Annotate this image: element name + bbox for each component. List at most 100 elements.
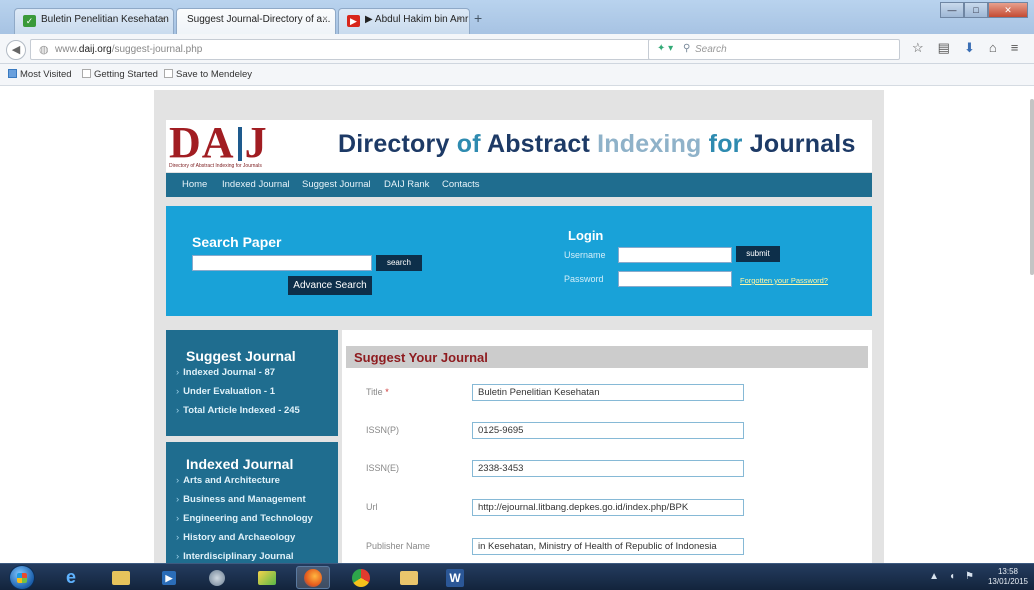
search-button[interactable]: search	[376, 255, 422, 271]
media-player-icon[interactable]: ▶	[152, 566, 186, 589]
bookmark-getting-started[interactable]: Getting Started	[82, 69, 158, 80]
system-tray: ▲ ◖ ⚑	[929, 571, 974, 582]
flag-icon[interactable]: ⚑	[965, 571, 974, 582]
submit-button[interactable]: submit	[736, 246, 780, 262]
url-text: www.daij.org/suggest-journal.php	[55, 44, 203, 55]
sidebar-item-total-articles[interactable]: Total Article Indexed - 245	[176, 405, 300, 416]
sidebar-suggest-journal: Suggest Journal Indexed Journal - 87 Und…	[166, 330, 338, 436]
tab-title: ▶ Abdul Hakim bin Amr ...	[365, 14, 470, 25]
password-field[interactable]	[618, 271, 732, 287]
search-paper-input[interactable]	[192, 255, 372, 271]
search-paper-title: Search Paper	[192, 234, 282, 250]
sidebar-item-engineering[interactable]: Engineering and Technology	[176, 513, 313, 524]
volume-icon[interactable]: ◖	[949, 571, 955, 582]
scrollbar[interactable]	[1030, 99, 1034, 275]
bookmarks-folder-icon	[8, 69, 17, 78]
start-button[interactable]	[9, 565, 35, 590]
windows-taskbar: e ▶ W ▲ ◖ ⚑ 13:58 13/01/2015	[0, 563, 1034, 590]
tab-buletin[interactable]: ✓ Buletin Penelitian Kesehatan ×	[14, 8, 174, 34]
username-label: Username	[564, 250, 606, 260]
close-tab-icon[interactable]: ×	[160, 14, 166, 25]
new-tab-button[interactable]: +	[474, 10, 482, 26]
issn-electronic-field[interactable]: 2338-3453	[472, 460, 744, 477]
sidebar-item-indexed[interactable]: Indexed Journal - 87	[176, 367, 275, 378]
sidebar-item-history[interactable]: History and Archaeology	[176, 532, 295, 543]
sidebar-title: Suggest Journal	[186, 348, 296, 364]
navigation-toolbar: ◀ ◍ www.daij.org/suggest-journal.php ▿ C…	[0, 34, 1034, 64]
sidebar-item-arts[interactable]: Arts and Architecture	[176, 475, 280, 486]
close-tab-icon[interactable]: ×	[322, 14, 328, 25]
url-field[interactable]: http://ejournal.litbang.depkes.go.id/ind…	[472, 499, 744, 516]
page-icon	[82, 69, 91, 78]
issn-print-label: ISSN(P)	[366, 425, 400, 435]
form-heading: Suggest Your Journal	[346, 346, 868, 368]
download-icon[interactable]: ⬇	[964, 40, 975, 56]
forgot-password-link[interactable]: Forgotten your Password?	[740, 276, 828, 285]
publisher-name-field[interactable]: in Kesehatan, Ministry of Health of Repu…	[472, 538, 744, 555]
issn-electronic-label: ISSN(E)	[366, 463, 400, 473]
network-icon[interactable]	[200, 566, 234, 589]
menu-icon[interactable]: ≡	[1011, 40, 1019, 56]
main-menu: Home Indexed Journal Suggest Journal DAI…	[166, 173, 872, 197]
menu-home[interactable]: Home	[182, 179, 207, 190]
address-bar[interactable]: ◍ www.daij.org/suggest-journal.php ▿ C	[30, 39, 694, 60]
advance-search-button[interactable]: Advance Search	[288, 276, 372, 295]
close-tab-icon[interactable]: ×	[456, 14, 462, 25]
url-label: Url	[366, 502, 378, 512]
taskbar-clock[interactable]: 13:58 13/01/2015	[988, 567, 1028, 587]
login-title: Login	[568, 228, 604, 243]
globe-icon: ◍	[39, 44, 49, 56]
menu-indexed-journal[interactable]: Indexed Journal	[222, 179, 290, 190]
sidebar-item-under-evaluation[interactable]: Under Evaluation - 1	[176, 386, 275, 397]
tab-title: Suggest Journal-Directory of a...	[187, 14, 331, 25]
tab-youtube[interactable]: ▶ ▶ Abdul Hakim bin Amr ... ×	[338, 8, 470, 34]
menu-suggest-journal[interactable]: Suggest Journal	[302, 179, 371, 190]
page-icon	[164, 69, 173, 78]
password-label: Password	[564, 274, 604, 284]
sidebar-item-business[interactable]: Business and Management	[176, 494, 305, 505]
bookmarks-toolbar: Most Visited Getting Started Save to Men…	[0, 64, 1034, 86]
search-box[interactable]: ✦ ▾ ⚲ Search	[648, 39, 900, 60]
sidebar-title: Indexed Journal	[186, 456, 294, 472]
bookmark-most-visited[interactable]: Most Visited	[8, 69, 72, 80]
suggest-journal-form: Suggest Your Journal Title * Buletin Pen…	[342, 330, 872, 563]
site-header: DA J Directory of Abstract Indexing for J…	[166, 120, 872, 172]
title-field[interactable]: Buletin Penelitian Kesehatan	[472, 384, 744, 401]
bookmarks-icon[interactable]: ▤	[938, 40, 950, 56]
tray-arrow-icon[interactable]: ▲	[929, 571, 939, 582]
bookmark-save-to-mendeley[interactable]: Save to Mendeley	[164, 69, 252, 80]
username-field[interactable]	[618, 247, 732, 263]
paint-icon[interactable]	[250, 566, 284, 589]
folder-icon[interactable]	[392, 566, 426, 589]
search-login-panel: Search Paper search Advance Search Login…	[166, 206, 872, 316]
title-label: Title *	[366, 387, 389, 397]
site-title: Directory of Abstract Indexing for Journ…	[338, 130, 856, 158]
firefox-icon[interactable]	[296, 566, 330, 589]
minimize-icon[interactable]: —	[940, 2, 964, 18]
daij-logo[interactable]: DA J Directory of Abstract Indexing for J…	[169, 121, 315, 170]
toolbar-icons: ☆ ▤ ⬇ ⌂ ≡	[912, 40, 1018, 56]
site-container: DA J Directory of Abstract Indexing for J…	[154, 90, 884, 563]
search-icon: ⚲	[683, 43, 691, 54]
home-icon[interactable]: ⌂	[989, 40, 997, 56]
ie-icon[interactable]: e	[54, 566, 88, 589]
tab-title: Buletin Penelitian Kesehatan	[41, 14, 169, 25]
word-icon[interactable]: W	[438, 566, 472, 589]
explorer-icon[interactable]	[104, 566, 138, 589]
search-placeholder: Search	[695, 44, 727, 55]
star-icon[interactable]: ☆	[912, 40, 924, 56]
issn-print-field[interactable]: 0125-9695	[472, 422, 744, 439]
window-controls: — □ ✕	[940, 2, 1028, 18]
maximize-icon[interactable]: □	[964, 2, 988, 18]
sidebar-item-interdisciplinary[interactable]: Interdisciplinary Journal	[176, 551, 293, 562]
menu-daij-rank[interactable]: DAIJ Rank	[384, 179, 429, 190]
tab-suggest-journal[interactable]: Suggest Journal-Directory of a... ×	[176, 8, 336, 35]
sidebar-indexed-journal: Indexed Journal Arts and Architecture Bu…	[166, 442, 338, 563]
close-window-icon[interactable]: ✕	[988, 2, 1028, 18]
youtube-icon: ▶	[347, 15, 360, 27]
chrome-icon[interactable]	[344, 566, 378, 589]
back-arrow-icon[interactable]: ◀	[6, 40, 26, 60]
search-engine-icon[interactable]: ✦ ▾	[657, 43, 673, 54]
menu-contacts[interactable]: Contacts	[442, 179, 480, 190]
leaf-icon: ✓	[23, 15, 36, 27]
